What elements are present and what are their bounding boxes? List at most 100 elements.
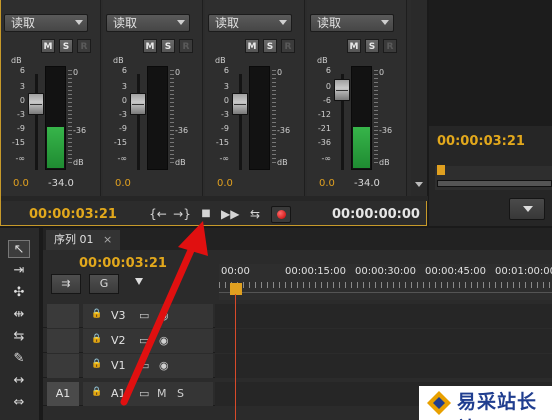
meter-scale-label: -36 xyxy=(277,126,291,135)
solo-track-button[interactable]: S xyxy=(177,387,184,400)
fader-scale: 6 3 0 -3 -9 -15 -∞ xyxy=(109,66,127,166)
track-name[interactable]: V1 xyxy=(111,359,126,372)
meter-unit-label: dB xyxy=(73,158,84,167)
rolling-edit-tool[interactable]: ⇹ xyxy=(8,306,30,324)
voice-over-icon[interactable]: ▭ xyxy=(139,387,149,400)
solo-button[interactable]: S xyxy=(59,39,73,53)
monitor-zoom-bar[interactable] xyxy=(437,180,552,187)
level-meter xyxy=(147,66,168,170)
fader-scale-label: 3 xyxy=(223,82,229,91)
timeline-playhead[interactable] xyxy=(230,283,242,295)
timeline-ruler[interactable]: 00:00 00:00:15:00 00:00:30:00 00:00:45:00 00… xyxy=(219,264,552,300)
fader-scale-label: -6 xyxy=(323,96,331,105)
mixer-scrollbar[interactable] xyxy=(411,0,427,196)
automation-mode-dropdown[interactable]: 读取 xyxy=(208,14,292,32)
meter-fill xyxy=(353,127,370,168)
lock-icon[interactable]: 🔒 xyxy=(91,309,102,319)
linked-selection-button[interactable]: G xyxy=(89,274,119,294)
record-button[interactable] xyxy=(271,206,291,223)
solo-button[interactable]: S xyxy=(161,39,175,53)
fader-value[interactable]: 0.0 xyxy=(115,178,131,189)
record-enable-button[interactable]: R xyxy=(77,39,91,53)
source-patch[interactable] xyxy=(47,304,79,328)
mute-track-button[interactable]: M xyxy=(157,387,167,400)
fader-scale-label: 0 xyxy=(121,96,127,105)
fader-value[interactable]: 0.0 xyxy=(217,178,233,189)
track-header: 🔒 V3 ▭ ◉ xyxy=(83,304,213,328)
volume-fader[interactable] xyxy=(232,93,248,115)
slip-tool[interactable]: ↔ xyxy=(8,372,30,390)
mute-button[interactable]: M xyxy=(41,39,55,53)
lock-icon[interactable]: 🔒 xyxy=(91,334,102,344)
source-patch[interactable] xyxy=(47,354,79,378)
stop-button[interactable]: ■ xyxy=(197,206,215,222)
sequence-timecode[interactable]: 00:00:03:21 xyxy=(79,256,167,271)
toggle-sync-lock-icon[interactable]: ▭ xyxy=(139,359,149,372)
mixer-duration-timecode: 00:00:00:00 xyxy=(332,207,420,222)
track-content[interactable] xyxy=(215,304,552,328)
eye-icon[interactable]: ◉ xyxy=(159,334,169,347)
volume-fader[interactable] xyxy=(130,93,146,115)
monitor-playhead[interactable] xyxy=(437,165,445,175)
audio-mixer-panel: 读取 M S RdB 6 3 0 -3 -9 -15 -∞ 0 -36 dB 0.0 -34.0 读取 M S RdB… xyxy=(0,0,428,226)
fader-scale-label: -9 xyxy=(221,124,229,133)
track-content[interactable] xyxy=(215,329,552,353)
monitor-menu-button[interactable] xyxy=(509,198,545,220)
track-content[interactable] xyxy=(215,354,552,378)
scroll-down-icon[interactable] xyxy=(415,182,423,187)
lock-icon[interactable]: 🔒 xyxy=(91,387,102,397)
automation-mode-dropdown[interactable]: 读取 xyxy=(310,14,394,32)
track-name[interactable]: V2 xyxy=(111,334,126,347)
eye-icon[interactable]: ◉ xyxy=(159,309,169,322)
go-to-out-button[interactable]: →} xyxy=(173,206,191,222)
razor-tool[interactable]: ✎ xyxy=(8,350,30,368)
source-patch-a1[interactable]: A1 xyxy=(47,382,79,406)
loop-button[interactable]: ⇆ xyxy=(246,206,264,222)
solo-button[interactable]: S xyxy=(263,39,277,53)
automation-mode-dropdown[interactable]: 读取 xyxy=(4,14,88,32)
play-in-to-out-button[interactable]: ▶▶ xyxy=(221,206,239,222)
tab-sequence-01[interactable]: 序列 01 × xyxy=(46,230,121,250)
fader-scale-label: 0 xyxy=(223,96,229,105)
volume-fader[interactable] xyxy=(334,79,350,101)
track-name[interactable]: V3 xyxy=(111,309,126,322)
mute-button[interactable]: M xyxy=(245,39,259,53)
eye-icon[interactable]: ◉ xyxy=(159,359,169,372)
source-patch[interactable] xyxy=(47,329,79,353)
meter-scale-label: 0 xyxy=(379,68,385,77)
record-enable-button[interactable]: R xyxy=(383,39,397,53)
rate-stretch-tool[interactable]: ⇆ xyxy=(8,328,30,346)
record-enable-button[interactable]: R xyxy=(179,39,193,53)
slide-tool[interactable]: ⇔ xyxy=(8,394,30,412)
track-header: 🔒 V1 ▭ ◉ xyxy=(83,354,213,378)
ruler-time-label: 00:00:15:00 xyxy=(285,266,347,277)
automation-mode-dropdown[interactable]: 读取 xyxy=(106,14,190,32)
lock-icon[interactable]: 🔒 xyxy=(91,359,102,369)
toggle-sync-lock-icon[interactable]: ▭ xyxy=(139,334,149,347)
ripple-edit-tool[interactable]: ✣ xyxy=(8,284,30,302)
toggle-sync-lock-icon[interactable]: ▭ xyxy=(139,309,149,322)
fader-value[interactable]: 0.0 xyxy=(319,178,335,189)
track-select-tool[interactable]: ⇥ xyxy=(8,262,30,280)
snap-button[interactable]: ⇉ xyxy=(51,274,81,294)
close-icon[interactable]: × xyxy=(103,233,112,246)
record-enable-button[interactable]: R xyxy=(281,39,295,53)
fader-scale: 6 0 -6 -12 -21 -36 -∞ xyxy=(313,66,331,166)
fader-scale-label: -3 xyxy=(17,110,25,119)
fader-value[interactable]: 0.0 xyxy=(13,178,29,189)
track-name[interactable]: A1 xyxy=(111,387,126,400)
mixer-channel: 读取 M S RdB 6 3 0 -3 -9 -15 -∞ 0 -36 dB 0.0 xyxy=(205,0,305,196)
volume-fader[interactable] xyxy=(28,93,44,115)
fader-scale-label: -15 xyxy=(113,138,127,147)
add-marker-icon[interactable] xyxy=(135,278,143,285)
solo-button[interactable]: S xyxy=(365,39,379,53)
automation-mode-label: 读取 xyxy=(215,16,240,30)
mixer-current-timecode[interactable]: 00:00:03:21 xyxy=(29,207,117,222)
meter-scale: 0 -36 dB xyxy=(69,66,93,167)
go-to-in-button[interactable]: {← xyxy=(149,206,167,222)
mute-button[interactable]: M xyxy=(143,39,157,53)
selection-tool[interactable]: ↖ xyxy=(8,240,30,258)
fader-scale-label: 6 xyxy=(223,66,229,75)
mute-button[interactable]: M xyxy=(347,39,361,53)
monitor-timecode[interactable]: 00:00:03:21 xyxy=(437,134,525,149)
